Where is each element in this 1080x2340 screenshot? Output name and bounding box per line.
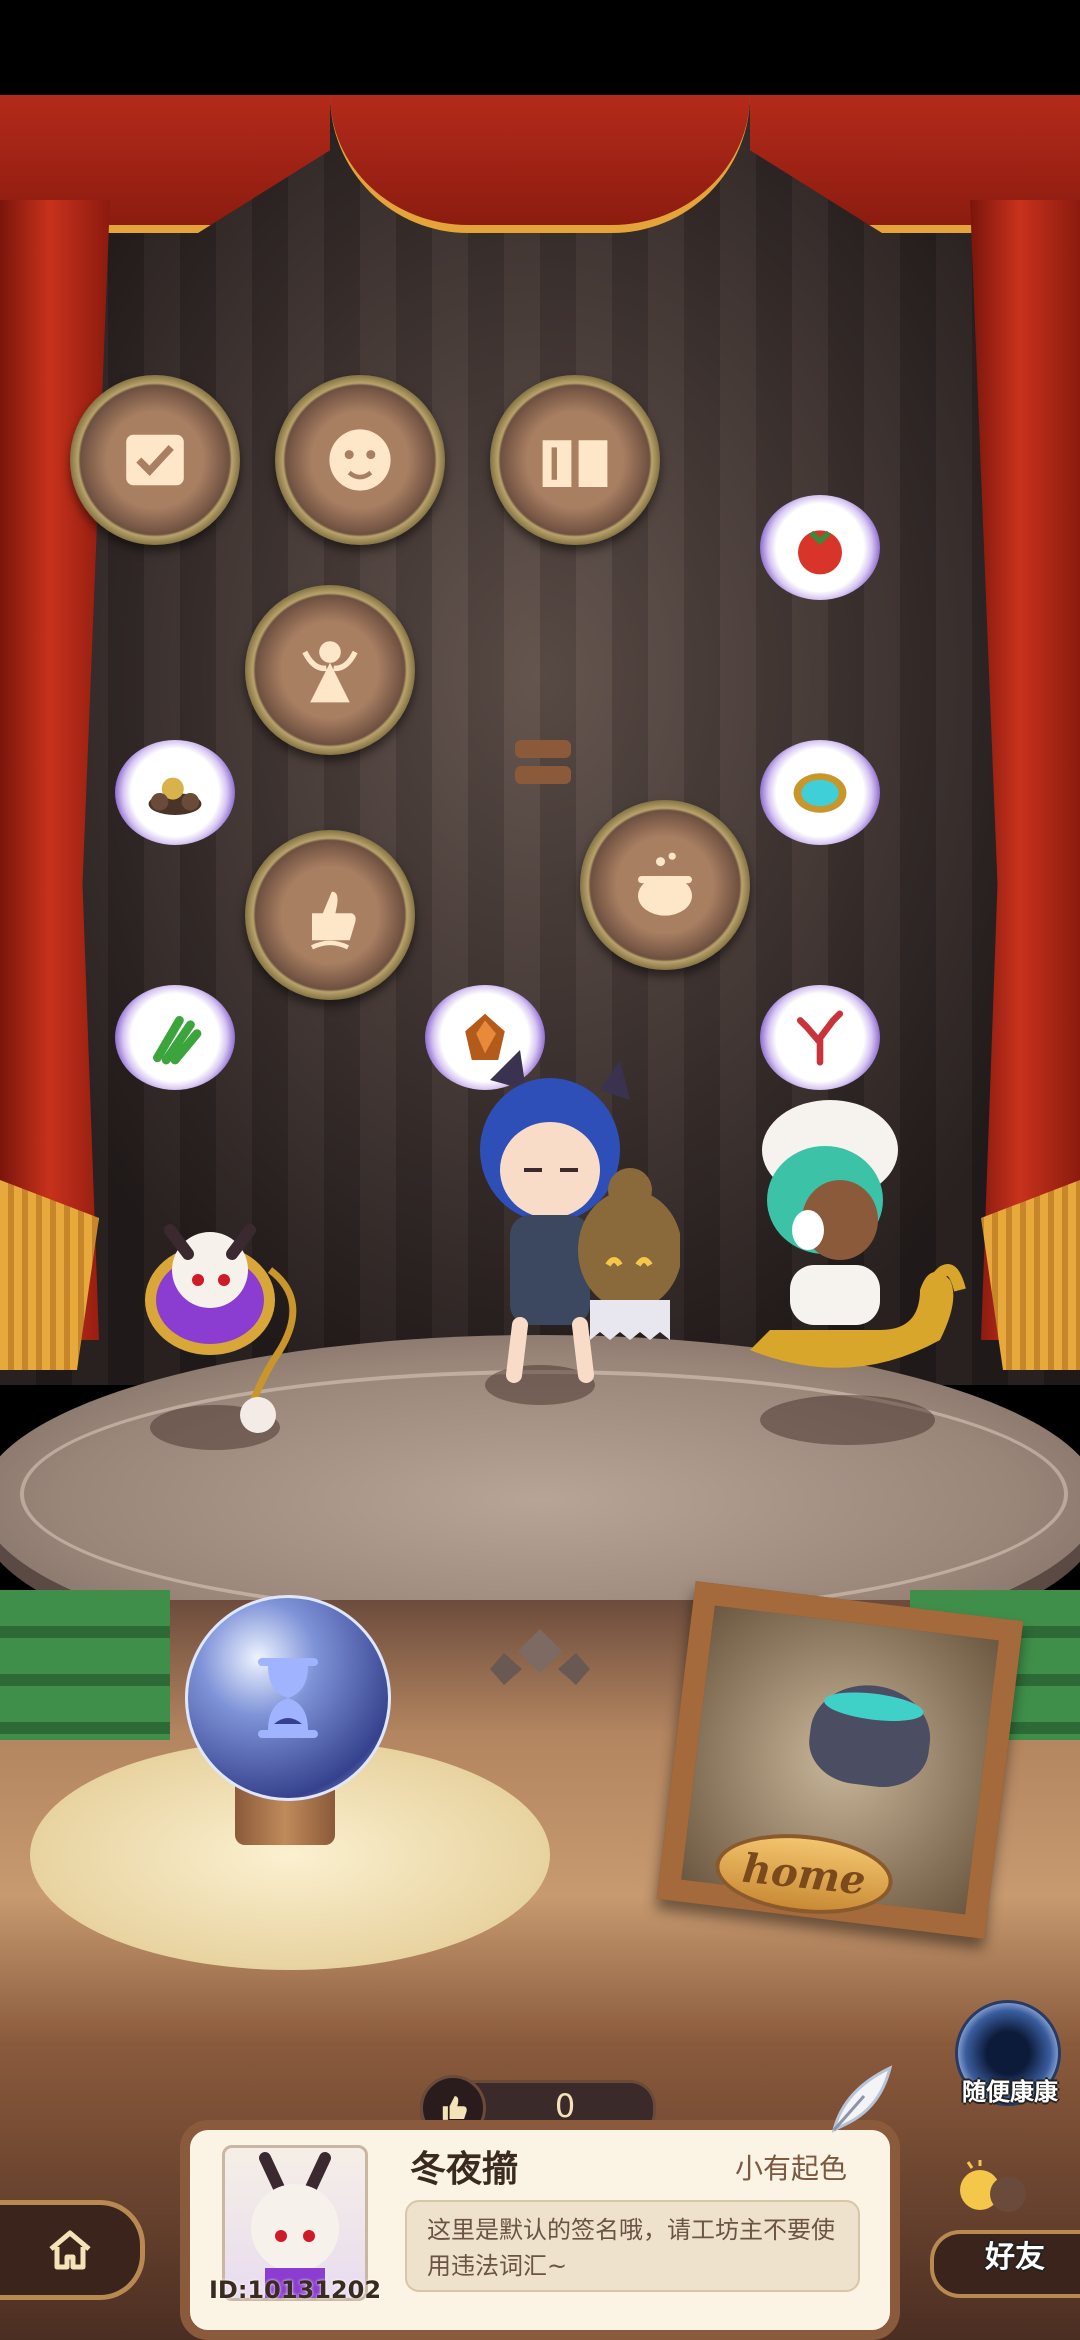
fairy-icon (302, 641, 358, 703)
player-signature[interactable]: 这里是默认的签名哦，请工坊主不要使用违法词汇~ (405, 2200, 860, 2292)
thumb-up-sprout-badge[interactable] (245, 830, 415, 1000)
scroll-icon (126, 434, 184, 486)
book-icon (542, 440, 608, 487)
tomato-icon (798, 529, 842, 574)
status-bar-area (0, 0, 1080, 95)
green-leek-bubble[interactable] (115, 985, 235, 1090)
hourglass-icon (258, 1658, 318, 1738)
stage-center-ornament (488, 1625, 592, 1695)
magic-mirror-icon (793, 772, 847, 813)
home-label: home (740, 1844, 868, 1904)
genie-boy-sprite (750, 1100, 966, 1368)
blue-hair-girl-sprite (480, 1050, 682, 1383)
ore-pile-icon (148, 777, 202, 815)
tomato-bubble[interactable] (760, 495, 880, 600)
red-coral-icon (796, 1010, 844, 1065)
scroll-contract-badge[interactable] (70, 375, 240, 545)
friends-icon[interactable] (950, 2160, 1040, 2230)
thumb-up-icon (310, 891, 356, 950)
book-badge[interactable] (490, 375, 660, 545)
red-coral-bubble[interactable] (760, 985, 880, 1090)
leek-icon (153, 1015, 202, 1064)
player-name: 冬夜擶 (410, 2149, 519, 2190)
cauldron-badge[interactable] (580, 800, 750, 970)
hourglass-crystal-ball[interactable] (185, 1595, 391, 1801)
pocket-watch-bunny-character[interactable] (140, 1200, 320, 1440)
magic-mirror-bubble[interactable] (760, 740, 880, 845)
ore-pile-bubble[interactable] (115, 740, 235, 845)
lion-face-icon (329, 429, 391, 491)
stairs-left (0, 1590, 170, 1740)
friends-label: 好友 (985, 2240, 1045, 2275)
house-icon (49, 2230, 91, 2270)
genie-boy-character[interactable] (730, 1080, 970, 1410)
fairy-silhouette-badge[interactable] (245, 585, 415, 755)
home-button[interactable] (0, 2200, 145, 2300)
blue-hair-girl-character[interactable] (450, 1050, 682, 1390)
cauldron-icon (638, 852, 692, 916)
pocket-watch-bunny-sprite (145, 1224, 297, 1433)
random-visit-label: 随便康康 (962, 2078, 1058, 2106)
wooden-plank-ornament (515, 740, 575, 790)
lion-face-badge[interactable] (275, 375, 445, 545)
quill-edit-icon[interactable] (820, 2060, 900, 2140)
player-rank: 小有起色 (735, 2152, 848, 2185)
player-id: ID:10131202 (208, 2276, 382, 2304)
